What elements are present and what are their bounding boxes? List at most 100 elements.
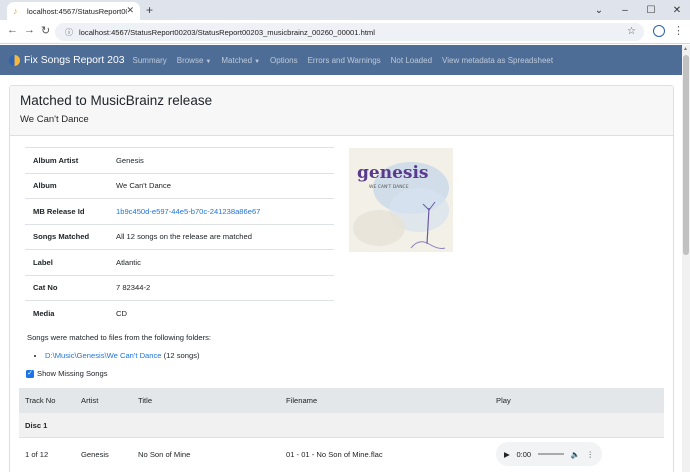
forward-icon[interactable]: → <box>24 24 35 36</box>
reload-icon[interactable]: ↻ <box>41 24 50 37</box>
nav-not-loaded[interactable]: Not Loaded <box>391 56 432 65</box>
folder-link[interactable]: D:\Music\Genesis\We Can't Dance <box>45 351 162 360</box>
music-note-icon: ♪ <box>13 5 18 16</box>
minimize-icon[interactable]: – <box>612 0 638 20</box>
close-tab-icon[interactable]: ✕ <box>126 5 134 16</box>
nav-errors[interactable]: Errors and Warnings <box>308 56 381 65</box>
audio-time: 0:00 <box>516 449 532 459</box>
col-header-title[interactable]: Title <box>138 396 286 405</box>
track-artist: Genesis <box>81 449 109 459</box>
album-cover-art: genesis WE CAN'T DANCE <box>349 148 453 252</box>
page-scrollbar[interactable]: ▲ <box>682 45 690 472</box>
url-field[interactable]: ⓘ localhost:4567/StatusReport00203/Statu… <box>55 23 644 41</box>
folder-song-count: (12 songs) <box>163 351 200 360</box>
col-header-filename[interactable]: Filename <box>286 396 496 405</box>
track-filename: 01 - 01 - No Son of Mine.flac <box>286 449 383 459</box>
app-logo-icon <box>9 54 20 66</box>
info-row-label: Label Atlantic <box>25 249 334 275</box>
tab-search-icon[interactable]: ⌄ <box>586 0 612 20</box>
matched-folders: Songs were matched to files from the fol… <box>27 333 211 360</box>
info-value: Genesis <box>116 155 144 165</box>
checkbox-checked-icon[interactable]: ✓ <box>26 369 34 378</box>
site-info-icon[interactable]: ⓘ <box>65 27 73 38</box>
new-tab-icon[interactable]: + <box>146 3 153 17</box>
info-row-media: Media CD <box>25 300 334 326</box>
nav-not-loaded-label: Not Loaded <box>390 55 433 65</box>
info-key: Songs Matched <box>33 232 90 242</box>
disc-group-row: Disc 1 <box>19 413 664 438</box>
more-options-icon[interactable]: ⋮ <box>586 450 594 459</box>
info-value: We Can't Dance <box>116 181 171 191</box>
info-key: MB Release Id <box>33 206 85 216</box>
browser-tab-title: localhost:4567/StatusReport0020 <box>27 6 127 16</box>
nav-browse-label: Browse <box>176 55 204 65</box>
songs-table: Track No Artist Title Filename Play Disc… <box>19 388 664 470</box>
nav-matched[interactable]: Matched ▼ <box>221 56 260 65</box>
play-cell: ▶ 0:00 🔈 ⋮ <box>496 442 664 466</box>
page-title: Matched to MusicBrainz release <box>20 93 213 108</box>
info-value: 7 82344-2 <box>116 283 151 293</box>
back-icon[interactable]: ← <box>7 24 18 36</box>
nav-browse[interactable]: Browse ▼ <box>177 56 212 65</box>
maximize-icon[interactable]: ☐ <box>638 0 664 20</box>
track-title: No Son of Mine <box>138 449 191 459</box>
close-window-icon[interactable]: ✕ <box>664 0 690 20</box>
table-row: 1 of 12 Genesis No Son of Mine 01 - 01 -… <box>19 438 664 470</box>
show-missing-label: Show Missing Songs <box>37 369 108 378</box>
audio-progress-bar[interactable] <box>537 453 564 455</box>
url-text: localhost:4567/StatusReport00203/StatusR… <box>79 27 375 37</box>
nav-summary[interactable]: Summary <box>133 56 167 65</box>
nav-options-label: Options <box>270 55 298 65</box>
nav-options[interactable]: Options <box>270 56 298 65</box>
cover-logo-text: genesis <box>357 163 428 183</box>
nav-spreadsheet-label: View metadata as Spreadsheet <box>442 55 554 65</box>
mb-release-link[interactable]: 1b9c450d-e597-44e5-b70c-241238a86e67 <box>116 207 334 216</box>
info-value: Atlantic <box>116 257 141 267</box>
info-key: Label <box>33 257 53 267</box>
info-key: Cat No <box>33 283 58 293</box>
more-menu-icon[interactable]: ⋮ <box>673 24 684 37</box>
address-bar-row: ← → ↻ ⓘ localhost:4567/StatusReport00203… <box>0 20 690 44</box>
scroll-up-icon[interactable]: ▲ <box>683 46 688 52</box>
col-header-track[interactable]: Track No <box>19 396 81 405</box>
nav-errors-label: Errors and Warnings <box>307 55 381 65</box>
info-key: Album <box>33 181 57 191</box>
nav-matched-label: Matched <box>221 55 253 65</box>
play-icon[interactable]: ▶ <box>504 450 510 459</box>
release-info-table: Album Artist Genesis Album We Can't Danc… <box>25 147 334 326</box>
info-key: Media <box>33 308 55 318</box>
table-header-row: Track No Artist Title Filename Play <box>19 388 664 413</box>
audio-player[interactable]: ▶ 0:00 🔈 ⋮ <box>496 442 602 466</box>
info-row-cat-no: Cat No 7 82344-2 <box>25 274 334 301</box>
caret-down-icon: ▼ <box>254 58 261 65</box>
track-number: 1 of 12 <box>25 449 49 459</box>
show-missing-songs[interactable]: ✓ Show Missing Songs <box>26 369 108 378</box>
cover-caption: WE CAN'T DANCE <box>369 184 409 190</box>
nav-spreadsheet[interactable]: View metadata as Spreadsheet <box>442 56 553 65</box>
info-row-album-artist: Album Artist Genesis <box>25 147 334 173</box>
info-value: All 12 songs on the release are matched <box>116 232 252 242</box>
browser-tab[interactable]: ♪ localhost:4567/StatusReport0020 ✕ <box>7 2 140 20</box>
info-row-songs-matched: Songs Matched All 12 songs on the releas… <box>25 223 334 250</box>
card-header: Matched to MusicBrainz release We Can't … <box>10 86 673 136</box>
folder-list-item: D:\Music\Genesis\We Can't Dance (12 song… <box>45 351 211 360</box>
release-card: Matched to MusicBrainz release We Can't … <box>9 85 674 472</box>
col-header-play[interactable]: Play <box>496 396 664 405</box>
bookmark-star-icon[interactable]: ☆ <box>627 26 636 37</box>
info-row-album: Album We Can't Dance <box>25 172 334 199</box>
nav-summary-label: Summary <box>132 55 167 65</box>
info-row-mb-release: MB Release Id 1b9c450d-e597-44e5-b70c-24… <box>25 198 334 224</box>
brand-name: Fix Songs Report 203 <box>24 54 125 66</box>
info-key: Album Artist <box>33 155 79 165</box>
scrollbar-thumb[interactable] <box>683 55 689 255</box>
window-controls: ⌄ – ☐ ✕ <box>586 0 690 20</box>
volume-icon[interactable]: 🔈 <box>570 450 579 459</box>
folders-intro: Songs were matched to files from the fol… <box>27 333 212 342</box>
col-header-artist[interactable]: Artist <box>81 396 138 405</box>
album-subtitle: We Can't Dance <box>20 114 89 125</box>
profile-icon[interactable] <box>653 25 665 37</box>
browser-tab-strip: ♪ localhost:4567/StatusReport0020 ✕ + ⌄ … <box>0 0 690 20</box>
app-navbar: Fix Songs Report 203 Summary Browse ▼ Mat… <box>0 45 682 75</box>
info-value: CD <box>116 308 127 318</box>
brand[interactable]: Fix Songs Report 203 <box>9 54 125 66</box>
